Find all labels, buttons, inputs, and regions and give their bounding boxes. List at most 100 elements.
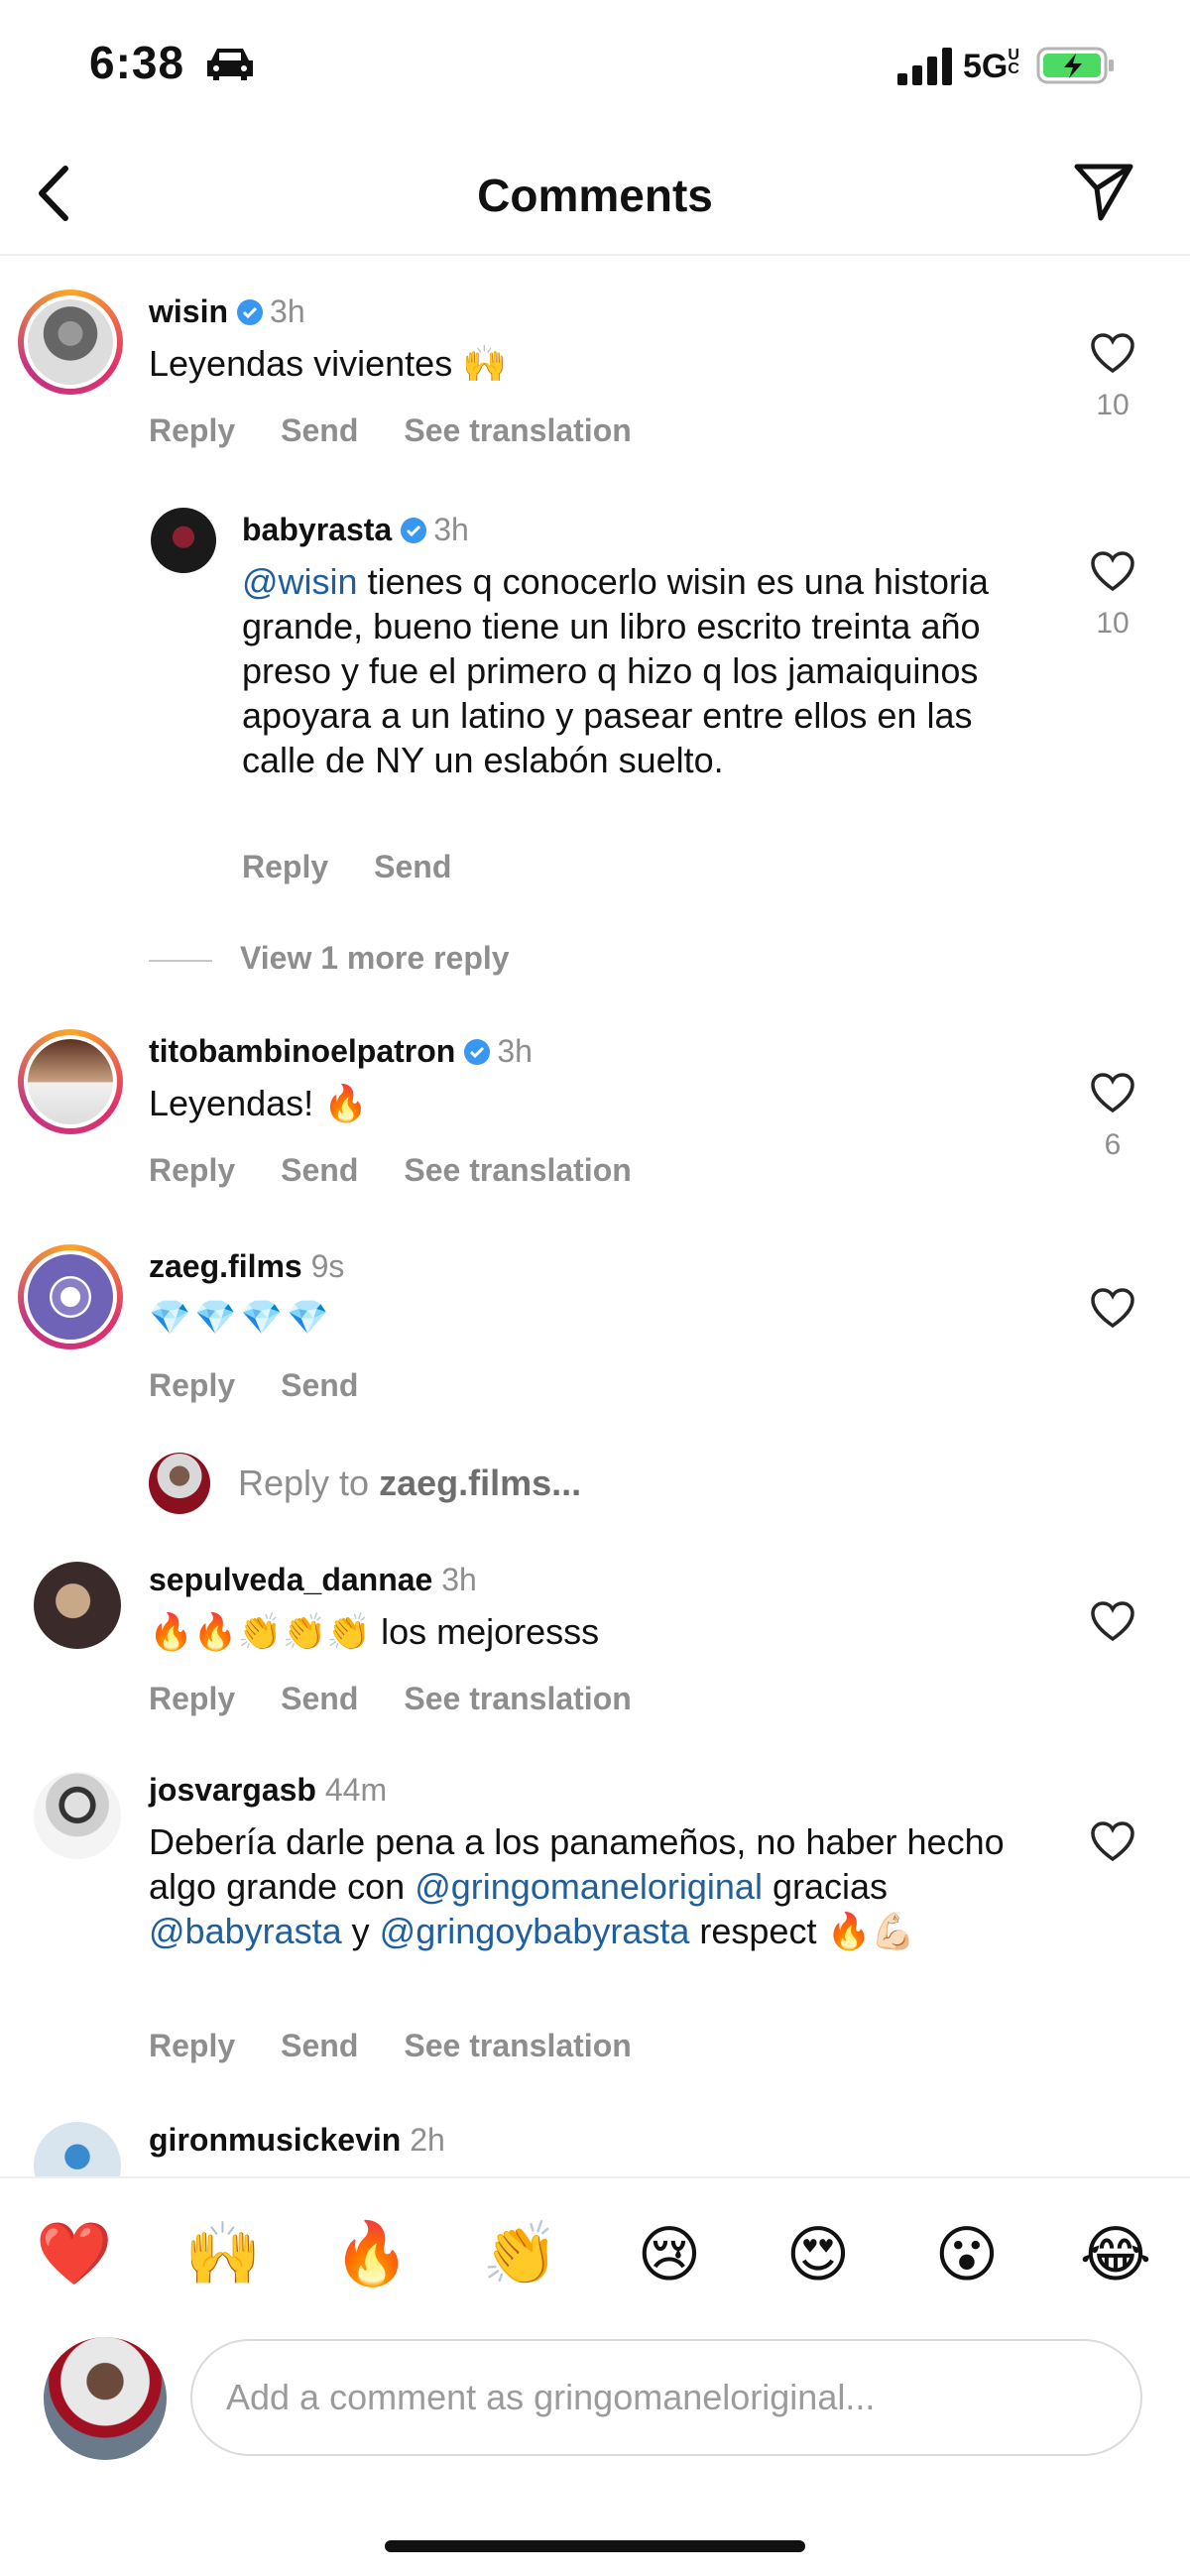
network-label: 5GUC	[963, 47, 1019, 86]
like-button[interactable]	[1089, 1599, 1136, 1648]
comment-input-field[interactable]	[190, 2339, 1142, 2456]
like-button[interactable]	[1089, 549, 1136, 598]
home-indicator[interactable]	[385, 2540, 805, 2552]
reply-to-label: Reply to zaeg.films...	[238, 1463, 582, 1503]
like-count: 10	[1096, 389, 1130, 421]
comment-time: 3h	[441, 1562, 477, 1597]
quick-emoji-laughing[interactable]: 😂	[1071, 2218, 1160, 2290]
mention-link[interactable]: @gringomaneloriginal	[415, 1866, 763, 1907]
quick-emoji-crying[interactable]: 😢	[625, 2218, 714, 2290]
car-icon	[207, 49, 253, 80]
avatar[interactable]	[34, 1562, 121, 1649]
reply-button[interactable]: Reply	[149, 412, 235, 448]
mention-link[interactable]: @babyrasta	[149, 1911, 342, 1951]
heart-icon	[1091, 1288, 1134, 1329]
comment-meta: sepulveda_dannae 3h	[149, 1562, 477, 1598]
avatar[interactable]	[18, 1244, 123, 1349]
comment-time: 44m	[324, 1772, 388, 1808]
comment-time: 3h	[497, 1033, 533, 1069]
send-button[interactable]: Send	[281, 2028, 358, 2063]
heart-icon	[1091, 333, 1134, 374]
quick-emoji-surprised[interactable]: 😮	[922, 2218, 1012, 2290]
comment-text: 🔥🔥👏👏👏 los mejoresss	[149, 1611, 600, 1652]
own-avatar	[44, 2337, 167, 2460]
like-count: 10	[1096, 607, 1130, 640]
send-button[interactable]: Send	[281, 1367, 358, 1403]
comment-input[interactable]	[192, 2341, 1140, 2454]
heart-icon	[1091, 1601, 1134, 1642]
comment-actions: Reply Send	[149, 1367, 404, 1404]
comment-text: @wisin tienes q conocerlo wisin es una h…	[242, 561, 989, 780]
comment-text: Debería darle pena a los panameños, no h…	[149, 1821, 1005, 1951]
mention-link[interactable]: @wisin	[242, 561, 358, 602]
signal-icon	[897, 48, 952, 85]
username[interactable]: gironmusickevin	[149, 2122, 401, 2158]
username[interactable]: babyrasta	[242, 512, 392, 547]
see-translation-button[interactable]: See translation	[404, 2028, 631, 2063]
avatar[interactable]	[18, 290, 123, 395]
username[interactable]: josvargasb	[149, 1772, 316, 1808]
send-button[interactable]: Send	[374, 849, 451, 884]
own-avatar-small	[149, 1453, 210, 1514]
heart-icon	[1091, 1821, 1134, 1862]
verified-badge-icon	[237, 299, 264, 325]
mention-link[interactable]: @gringoybabyrasta	[380, 1911, 690, 1951]
comment-meta: zaeg.films 9s	[149, 1248, 344, 1285]
divider	[149, 959, 212, 962]
verified-badge-icon	[464, 1039, 491, 1065]
send-button[interactable]: Send	[281, 1681, 358, 1716]
comment-time: 2h	[410, 2122, 445, 2158]
username[interactable]: sepulveda_dannae	[149, 1562, 432, 1597]
username[interactable]: titobambinoelpatron	[149, 1033, 455, 1069]
header: Comments	[0, 139, 1190, 256]
quick-emoji-heart[interactable]: ❤️	[30, 2218, 119, 2290]
heart-icon	[1091, 551, 1134, 592]
like-button[interactable]	[1089, 1071, 1136, 1119]
avatar[interactable]	[18, 1029, 123, 1134]
like-button[interactable]	[1089, 331, 1136, 380]
comment-meta: wisin 3h	[149, 293, 305, 330]
comment-meta: babyrasta 3h	[242, 512, 469, 548]
reply-button[interactable]: Reply	[149, 2028, 235, 2063]
comment-text: Leyendas! 🔥	[149, 1083, 368, 1123]
comment-actions: Reply Send See translation	[149, 412, 677, 449]
see-translation-button[interactable]: See translation	[404, 1152, 631, 1188]
comment-meta: titobambinoelpatron 3h	[149, 1033, 533, 1070]
like-button[interactable]	[1089, 1819, 1136, 1868]
quick-emoji-clap[interactable]: 👏	[476, 2218, 565, 2290]
view-more-replies-button[interactable]: View 1 more reply	[149, 940, 510, 977]
comment-time: 3h	[433, 512, 469, 547]
direct-send-icon[interactable]	[1071, 159, 1136, 224]
comment-actions: Reply Send See translation	[149, 1152, 677, 1189]
verified-badge-icon	[401, 518, 427, 543]
heart-icon	[1091, 1073, 1134, 1113]
username[interactable]: wisin	[149, 293, 228, 329]
comment-actions: Reply Send See translation	[149, 2028, 677, 2064]
quick-emoji-heart-eyes[interactable]: 😍	[774, 2218, 863, 2290]
quick-emoji-fire[interactable]: 🔥	[327, 2218, 416, 2290]
avatar[interactable]	[34, 1772, 121, 1859]
page-title: Comments	[477, 170, 713, 221]
reply-button[interactable]: Reply	[149, 1367, 235, 1403]
reply-button[interactable]: Reply	[242, 849, 328, 884]
reply-button[interactable]: Reply	[149, 1152, 235, 1188]
comment-time: 9s	[310, 1248, 345, 1284]
quick-emoji-raised-hands[interactable]: 🙌	[178, 2218, 268, 2290]
bottom-compose-bar: ❤️ 🙌 🔥 👏 😢 😍 😮 😂	[0, 2176, 1190, 2576]
avatar[interactable]	[151, 508, 216, 573]
see-translation-button[interactable]: See translation	[404, 1681, 631, 1716]
reply-button[interactable]: Reply	[149, 1681, 235, 1716]
send-button[interactable]: Send	[281, 1152, 358, 1188]
comment-actions: Reply Send See translation	[149, 1681, 677, 1717]
battery-charging-icon	[1036, 47, 1114, 84]
comment-meta: josvargasb 44m	[149, 1772, 387, 1809]
like-count: 6	[1104, 1128, 1122, 1161]
send-button[interactable]: Send	[281, 412, 358, 448]
see-translation-button[interactable]: See translation	[404, 412, 631, 448]
comment-meta: gironmusickevin 2h	[149, 2122, 445, 2159]
status-bar: 6:38 5GUC	[0, 0, 1190, 139]
comment-time: 3h	[270, 293, 305, 329]
username[interactable]: zaeg.films	[149, 1248, 302, 1284]
like-button[interactable]	[1089, 1286, 1136, 1335]
comment-text: Leyendas vivientes 🙌	[149, 343, 508, 384]
